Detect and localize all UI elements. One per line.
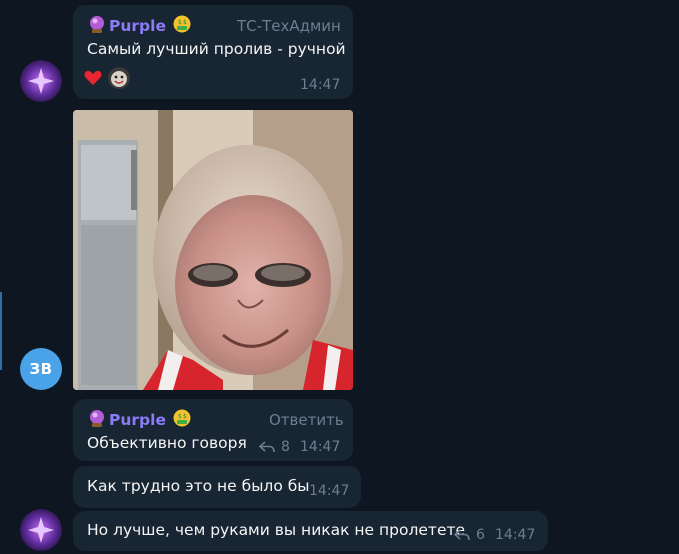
heart-icon[interactable]: [83, 68, 103, 92]
money-face-icon: $ $: [172, 14, 192, 38]
scroll-accent-bar: [0, 292, 2, 370]
reply-action[interactable]: Ответить: [269, 411, 344, 429]
svg-text:$: $: [178, 413, 182, 420]
reply-arrow-icon: [454, 529, 470, 541]
svg-text:$: $: [183, 19, 187, 26]
sender-name[interactable]: Purple: [109, 411, 166, 429]
message-bubble-2[interactable]: Purple $ $ Ответить Объективно говоря 8 …: [73, 399, 353, 461]
reactions[interactable]: [83, 66, 131, 94]
reply-count-value: 6: [476, 527, 485, 543]
message-time: 14:47: [309, 483, 350, 499]
svg-text:$: $: [178, 19, 182, 26]
message-bubble-1[interactable]: Purple $ $ ТС-ТехАдмин Самый лучший прол…: [73, 5, 353, 99]
avatar-purple[interactable]: [20, 509, 62, 551]
avatar-purple[interactable]: [20, 60, 62, 102]
message-text: Как трудно это не было бы: [87, 477, 310, 495]
sender-name[interactable]: Purple: [109, 17, 166, 35]
message-bubble-3[interactable]: Как трудно это не было бы 14:47: [73, 466, 361, 508]
message-time: 14:47: [300, 439, 341, 455]
avatar-zb[interactable]: ЗВ: [20, 348, 62, 390]
message-text: Объективно говоря: [87, 434, 247, 452]
avatar-initials: ЗВ: [29, 360, 53, 378]
reply-count[interactable]: 8: [259, 439, 290, 455]
money-face-icon: $ $: [172, 408, 192, 432]
sender-role: ТС-ТехАдмин: [237, 17, 341, 35]
dog-face-icon[interactable]: [107, 66, 131, 94]
message-text: Самый лучший пролив - ручной: [87, 40, 346, 58]
shared-photo[interactable]: [73, 110, 353, 390]
sender-row: Purple $ $: [87, 14, 192, 38]
crystal-ball-icon: [87, 14, 107, 38]
svg-text:$: $: [183, 413, 187, 420]
reply-count-value: 8: [281, 439, 290, 455]
crystal-ball-icon: [87, 408, 107, 432]
message-text: Но лучше, чем руками вы никак не пролете…: [87, 521, 466, 539]
reply-count[interactable]: 6: [454, 527, 485, 543]
sender-row: Purple $ $: [87, 408, 192, 432]
message-time: 14:47: [300, 77, 341, 93]
message-bubble-4[interactable]: Но лучше, чем руками вы никак не пролете…: [73, 511, 548, 551]
message-time: 14:47: [495, 527, 536, 543]
reply-arrow-icon: [259, 441, 275, 453]
